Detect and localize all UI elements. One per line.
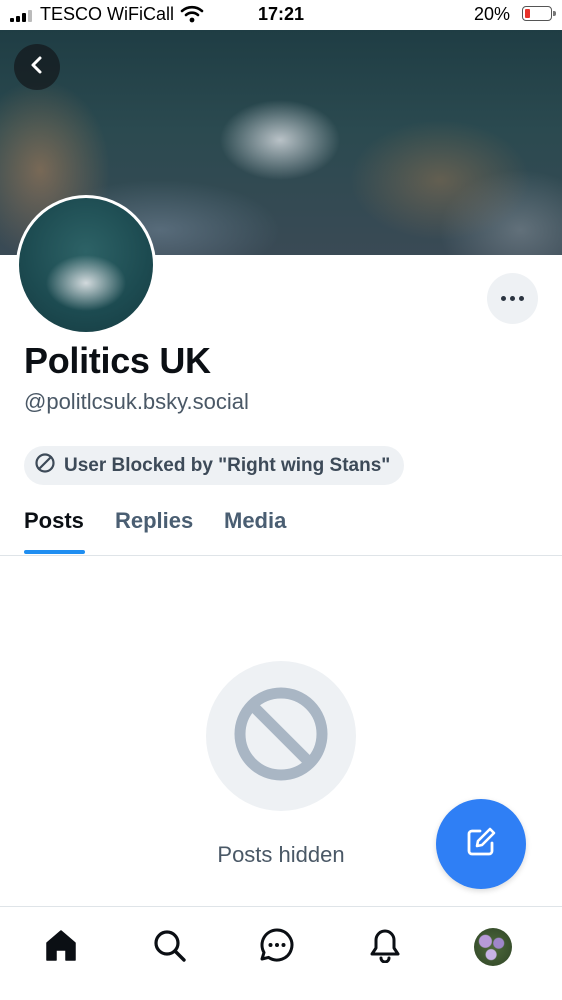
back-button[interactable]	[14, 44, 60, 90]
nav-chat[interactable]	[257, 927, 297, 967]
battery-icon	[522, 6, 556, 21]
notifications-icon	[367, 927, 403, 968]
tab-media[interactable]: Media	[224, 508, 286, 534]
active-tab-indicator	[24, 550, 85, 554]
profile-avatar-small	[474, 928, 512, 966]
avatar-image	[19, 198, 153, 332]
tab-replies[interactable]: Replies	[115, 508, 193, 534]
battery-percent: 20%	[473, 4, 510, 24]
tab-posts[interactable]: Posts	[24, 508, 84, 534]
block-icon	[231, 684, 331, 789]
posts-hidden-illustration	[206, 661, 356, 811]
profile-name: Politics UK	[24, 340, 211, 381]
home-icon	[43, 927, 79, 968]
nav-search[interactable]	[149, 927, 189, 967]
blocked-status-badge[interactable]: User Blocked by "Right wing Stans"	[24, 446, 405, 485]
bottom-navigation	[0, 906, 562, 1000]
block-icon	[34, 452, 56, 479]
nav-profile[interactable]	[473, 927, 513, 967]
blocked-label: User Blocked by "Right wing Stans"	[64, 454, 391, 476]
chevron-left-icon	[27, 55, 47, 80]
search-icon	[151, 927, 187, 968]
nav-notifications[interactable]	[365, 927, 405, 967]
chat-icon	[259, 927, 295, 968]
status-bar: TESCO WiFiCall 17:21 20%	[0, 0, 562, 30]
ellipsis-icon	[499, 296, 526, 301]
compose-post-button[interactable]	[436, 799, 526, 889]
nav-home[interactable]	[41, 927, 81, 967]
more-options-button[interactable]	[487, 273, 538, 324]
profile-tabs: Posts Replies Media	[0, 500, 562, 556]
profile-handle: @politlcsuk.bsky.social	[24, 389, 249, 414]
compose-icon	[463, 824, 499, 865]
profile-avatar[interactable]	[16, 195, 156, 335]
